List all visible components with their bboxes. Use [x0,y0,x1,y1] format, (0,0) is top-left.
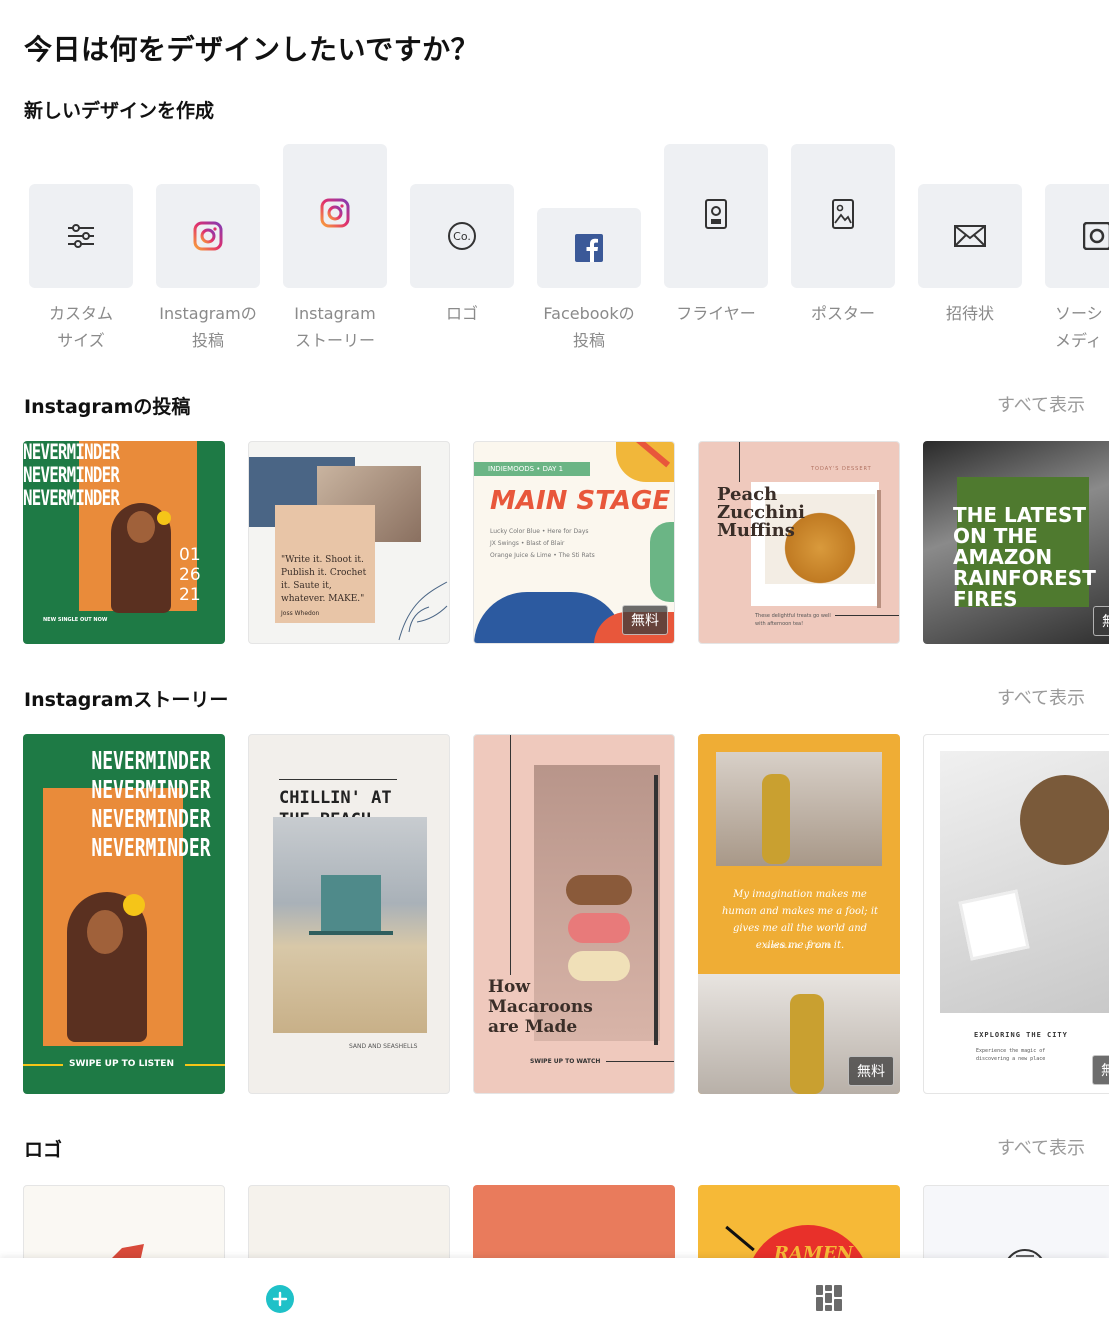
lineup-line: Orange Juice & Lime • The Sti Rats [490,552,595,559]
event-tag: INDIEMOODS • DAY 1 [474,462,590,476]
template-card[interactable]: THE LATEST ON THE AMAZON RAINFOREST FIRE… [923,441,1109,644]
quote-author: URSULA K. LE GUIN [766,944,832,950]
create-instagram-story-label: Instagram ストーリー [294,304,376,350]
lineup-line: JX Swings • Blast of Blair [490,540,565,547]
create-poster-label: ポスター [810,304,875,323]
instagram-story-see-all[interactable]: すべて表示 [997,684,1085,710]
template-card[interactable]: NEVERMINDER NEVERMINDER NEVERMINDER NEVE… [23,734,225,1094]
date-part: 01 [179,545,201,565]
grid-icon [816,1285,842,1311]
create-facebook-post[interactable]: Facebookの 投稿 [537,142,641,357]
free-badge: 無料 [1093,606,1109,636]
svg-text:Co.: Co. [453,230,471,243]
card-title: EXPLORING THE CITY [974,1031,1068,1039]
create-logo-label: ロゴ [445,304,478,323]
create-poster[interactable]: ポスター [791,142,895,357]
card-caption: Experience the magic of discovering a ne… [976,1048,1046,1062]
create-button[interactable] [266,1285,294,1313]
create-custom-size[interactable]: カスタム サイズ [29,142,133,357]
quote-text: "Write it. Shoot it. Publish it. Crochet… [281,555,367,604]
template-card[interactable] [923,1185,1109,1258]
invitation-icon [954,225,986,247]
card-footer: SWIPE UP TO LISTEN [69,1059,174,1069]
create-invitation[interactable]: 招待状 [918,142,1022,357]
create-instagram-post[interactable]: Instagramの 投稿 [156,142,260,357]
template-card[interactable]: RAMEN [698,1185,900,1258]
template-card[interactable]: EXPLORING THE CITY Experience the magic … [923,734,1109,1094]
template-card[interactable] [248,1185,450,1258]
create-instagram-story[interactable]: Instagram ストーリー [283,142,387,357]
headline-line: NEVERMINDER [23,486,120,510]
card-footer: NEW SINGLE OUT NOW [43,617,108,623]
free-badge: 無料 [622,605,668,635]
template-card[interactable] [473,1185,675,1258]
card-title: How Macaroons are Made [488,977,593,1037]
logo-text: RAMEN [774,1243,854,1258]
create-invitation-label: 招待状 [945,304,994,323]
template-card[interactable]: How Macaroons are Made SWIPE UP TO WATCH [473,734,675,1094]
logo-see-all[interactable]: すべて表示 [997,1134,1085,1160]
free-badge: 無料 [1092,1055,1109,1085]
create-facebook-post-label: Facebookの 投稿 [543,304,635,350]
instagram-post-section-title: Instagramの投稿 [24,396,191,418]
headline-line: NEVERMINDER [91,775,211,804]
logo-mark [112,1244,144,1258]
logo-mark [1007,1249,1043,1258]
bottom-nav-bar [0,1258,1109,1340]
logo-co-icon: Co. [448,222,476,250]
instagram-story-section-title: Instagramストーリー [24,689,229,711]
instagram-icon [320,198,350,228]
create-social-media[interactable]: ソーシ メディ [1045,142,1109,357]
card-caption: These delightful treats go well with aft… [755,613,831,627]
headline-line: NEVERMINDER [23,441,120,464]
instagram-story-row: NEVERMINDER NEVERMINDER NEVERMINDER NEVE… [0,734,1109,1094]
card-title: Peach Zucchini Muffins [717,484,805,541]
logo-row: RAMEN [0,1185,1109,1258]
instagram-post-row: NEVERMINDER NEVERMINDER NEVERMINDER 01 2… [0,441,1109,644]
instagram-icon [193,221,223,251]
card-footer: SAND AND SEASHELLS [349,1043,418,1050]
template-card[interactable]: CHILLIN' AT THE BEACH SAND AND SEASHELLS [248,734,450,1094]
create-logo[interactable]: Co. ロゴ [410,142,514,357]
headline-line: NEVERMINDER [23,463,120,487]
headline-line: NEVERMINDER [91,833,211,862]
facebook-icon [575,234,603,262]
create-custom-size-label: カスタム サイズ [48,304,113,350]
quote-author: Joss Whedon [281,610,320,617]
sliders-icon [68,224,94,248]
template-card[interactable]: NEVERMINDER NEVERMINDER NEVERMINDER 01 2… [23,441,225,644]
templates-button[interactable] [816,1285,842,1311]
social-media-icon [1083,222,1109,250]
card-title: THE LATEST ON THE AMAZON RAINFOREST FIRE… [953,503,1096,611]
template-card[interactable]: TODAY'S DESSERT Peach Zucchini Muffins T… [698,441,900,644]
lineup-line: Lucky Color Blue • Here for Days [490,528,589,535]
create-section-title: 新しいデザインを作成 [24,100,215,122]
page-title: 今日は何をデザインしたいですか？ [24,33,480,66]
create-social-media-label: ソーシ メディ [1055,304,1103,350]
card-footer: SWIPE UP TO WATCH [530,1058,601,1065]
headline-line: NEVERMINDER [91,746,211,775]
logo-section-title: ロゴ [24,1139,63,1161]
date-part: 21 [179,585,201,605]
card-kicker: TODAY'S DESSERT [811,466,872,472]
create-design-row: カスタム サイズ Instagramの 投稿 Instagram ストーリー C… [0,142,1109,357]
template-card[interactable]: My imagination makes me human and makes … [698,734,900,1094]
date-part: 26 [179,565,201,585]
template-card[interactable]: INDIEMOODS • DAY 1 MAIN STAGE Lucky Colo… [473,441,675,644]
poster-icon [832,199,854,229]
event-title: MAIN STAGE [490,486,671,516]
headline-line: NEVERMINDER [91,804,211,833]
create-instagram-post-label: Instagramの 投稿 [159,304,257,350]
instagram-post-see-all[interactable]: すべて表示 [997,391,1085,417]
plus-circle-icon [272,1291,288,1307]
leaf-decoration [398,581,448,641]
free-badge: 無料 [848,1056,894,1086]
create-flyer-label: フライヤー [676,304,756,323]
flyer-icon [705,199,727,229]
create-flyer[interactable]: フライヤー [664,142,768,357]
template-card[interactable]: "Write it. Shoot it. Publish it. Crochet… [248,441,450,644]
template-card[interactable] [23,1185,225,1258]
